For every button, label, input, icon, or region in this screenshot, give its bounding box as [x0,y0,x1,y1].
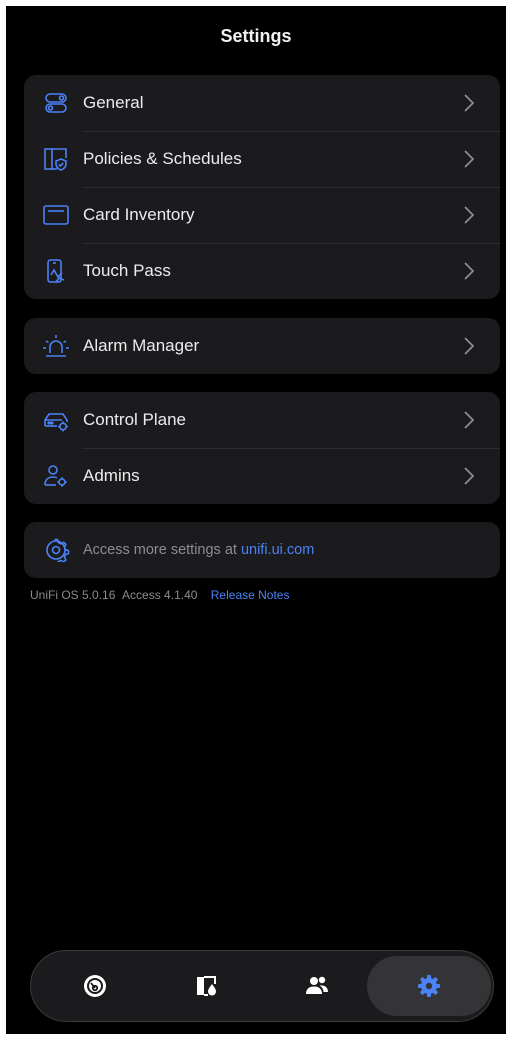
general-label: General [83,93,144,112]
admins-label: Admins [83,466,140,485]
gear-outline-icon [42,538,70,562]
card-icon [42,203,70,227]
more-settings-prefix: Access more settings at [83,542,241,558]
chevron-right-icon [464,262,475,280]
chevron-right-icon [464,94,475,112]
version-info: UniFi OS 5.0.16 Access 4.1.40 Release No… [30,588,293,602]
chevron-right-icon [464,150,475,168]
chevron-right-icon [464,467,475,485]
policies-schedules-label: Policies & Schedules [83,149,242,168]
users-icon [306,976,328,994]
gear-icon [418,975,440,997]
chevron-right-icon [464,411,475,429]
settings-group-system: Control Plane Admins [24,392,500,504]
control-plane-label: Control Plane [83,410,187,429]
alarm-manager-label: Alarm Manager [83,336,200,355]
more-settings-text: Access more settings at unifi.ui.com [83,542,314,558]
settings-item-alarm-manager[interactable]: Alarm Manager [24,318,500,374]
touch-pass-label: Touch Pass [83,261,171,280]
settings-group-main: General Policies & Schedules Card Invent… [24,75,500,299]
settings-item-control-plane[interactable]: Control Plane [24,392,500,448]
unifi-link[interactable]: unifi.ui.com [241,542,314,558]
alarm-light-icon [42,334,70,358]
settings-item-admins[interactable]: Admins [24,448,500,504]
toggles-icon [42,91,70,115]
page-title: Settings [220,26,292,46]
bottom-tab-bar [30,950,494,1022]
settings-item-policies-schedules[interactable]: Policies & Schedules [24,131,500,187]
tab-doors[interactable] [145,956,269,1016]
release-notes-link[interactable]: Release Notes [211,588,290,602]
settings-item-general[interactable]: General [24,75,500,131]
os-version: UniFi OS 5.0.16 [30,588,116,602]
settings-item-card-inventory[interactable]: Card Inventory [24,187,500,243]
router-gear-icon [42,408,70,432]
chevron-right-icon [464,337,475,355]
gauge-icon [84,975,106,997]
settings-item-touch-pass[interactable]: Touch Pass [24,243,500,299]
user-gear-icon [42,464,70,488]
tab-dashboard[interactable] [33,956,157,1016]
phone-tap-icon [42,259,70,283]
tab-users[interactable] [255,956,379,1016]
more-settings-row[interactable]: Access more settings at unifi.ui.com [24,522,500,578]
app-screen: Settings General Policies & Schedules Ca… [6,6,506,1034]
door-shield-icon [42,147,70,171]
chevron-right-icon [464,206,475,224]
access-version: Access 4.1.40 [122,588,198,602]
more-settings-card[interactable]: Access more settings at unifi.ui.com [24,522,500,578]
tab-settings[interactable] [367,956,491,1016]
settings-group-alarm: Alarm Manager [24,318,500,374]
door-icon [197,976,216,996]
card-inventory-label: Card Inventory [83,205,195,224]
